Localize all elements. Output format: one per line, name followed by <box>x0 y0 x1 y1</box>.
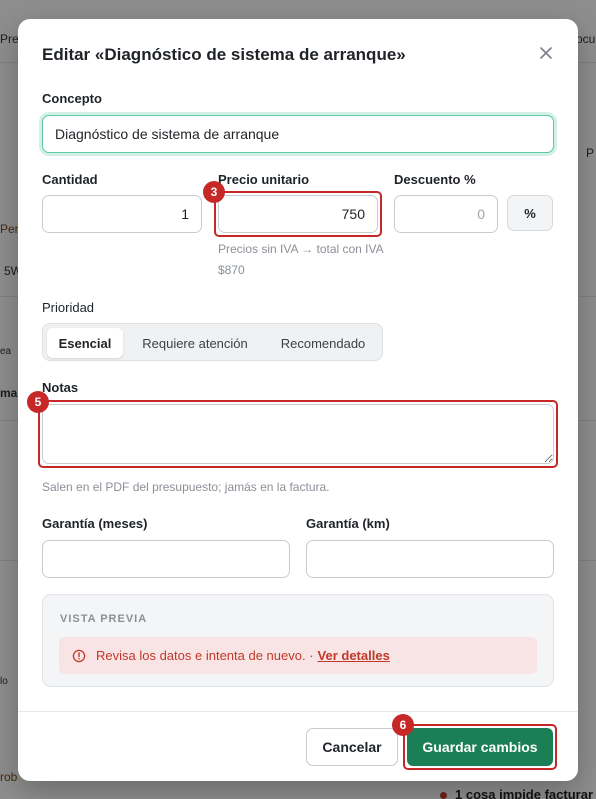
notes-hint: Salen en el PDF del presupuesto; jamás e… <box>42 480 330 494</box>
quantity-label: Cantidad <box>42 172 98 187</box>
warranty-months-input[interactable] <box>42 540 290 578</box>
cancel-button[interactable]: Cancelar <box>306 728 398 766</box>
annotation-badge-6: 6 <box>392 714 414 736</box>
warranty-months-label: Garantía (meses) <box>42 516 148 531</box>
warranty-km-label: Garantía (km) <box>306 516 390 531</box>
priority-option-esencial[interactable]: Esencial <box>47 328 123 358</box>
error-message: Revisa los datos e intenta de nuevo. · <box>96 648 314 663</box>
annotation-badge-5: 5 <box>27 391 49 413</box>
unit-price-label: Precio unitario <box>218 172 310 187</box>
concept-label: Concepto <box>42 91 102 106</box>
error-banner: Revisa los datos e intenta de nuevo. · V… <box>59 637 537 674</box>
unit-price-input[interactable] <box>218 195 378 233</box>
footer-divider <box>18 711 578 712</box>
save-button[interactable]: Guardar cambios <box>407 728 553 766</box>
annotation-badge-3: 3 <box>203 181 225 203</box>
notes-textarea[interactable] <box>42 404 554 464</box>
warranty-km-input[interactable] <box>306 540 554 578</box>
alert-circle-icon <box>72 649 86 662</box>
close-button[interactable] <box>536 43 556 63</box>
discount-label: Descuento % <box>394 172 476 187</box>
priority-label: Prioridad <box>42 300 95 315</box>
discount-unit-toggle[interactable]: % <box>507 195 553 231</box>
price-hint: Precios sin IVA → total con IVA $870 <box>218 242 383 277</box>
dialog-title: Editar «Diagnóstico de sistema de arranq… <box>42 45 406 64</box>
priority-segmented-control: Esencial Requiere atención Recomendado <box>42 323 383 361</box>
dialog-header: Editar «Diagnóstico de sistema de arranq… <box>18 19 578 89</box>
quantity-input[interactable] <box>42 195 202 233</box>
priority-option-recomendado[interactable]: Recomendado <box>267 328 379 358</box>
edit-item-dialog: Editar «Diagnóstico de sistema de arranq… <box>18 19 578 781</box>
priority-option-requiere-atencion[interactable]: Requiere atención <box>127 328 263 358</box>
preview-title: VISTA PREVIA <box>60 613 148 625</box>
concept-input[interactable] <box>42 115 554 153</box>
notes-label: Notas <box>42 380 79 395</box>
discount-input[interactable] <box>394 195 498 233</box>
preview-panel: VISTA PREVIA Revisa los datos e intenta … <box>42 594 554 687</box>
close-icon <box>540 47 552 59</box>
error-details-link[interactable]: Ver detalles <box>318 648 390 663</box>
